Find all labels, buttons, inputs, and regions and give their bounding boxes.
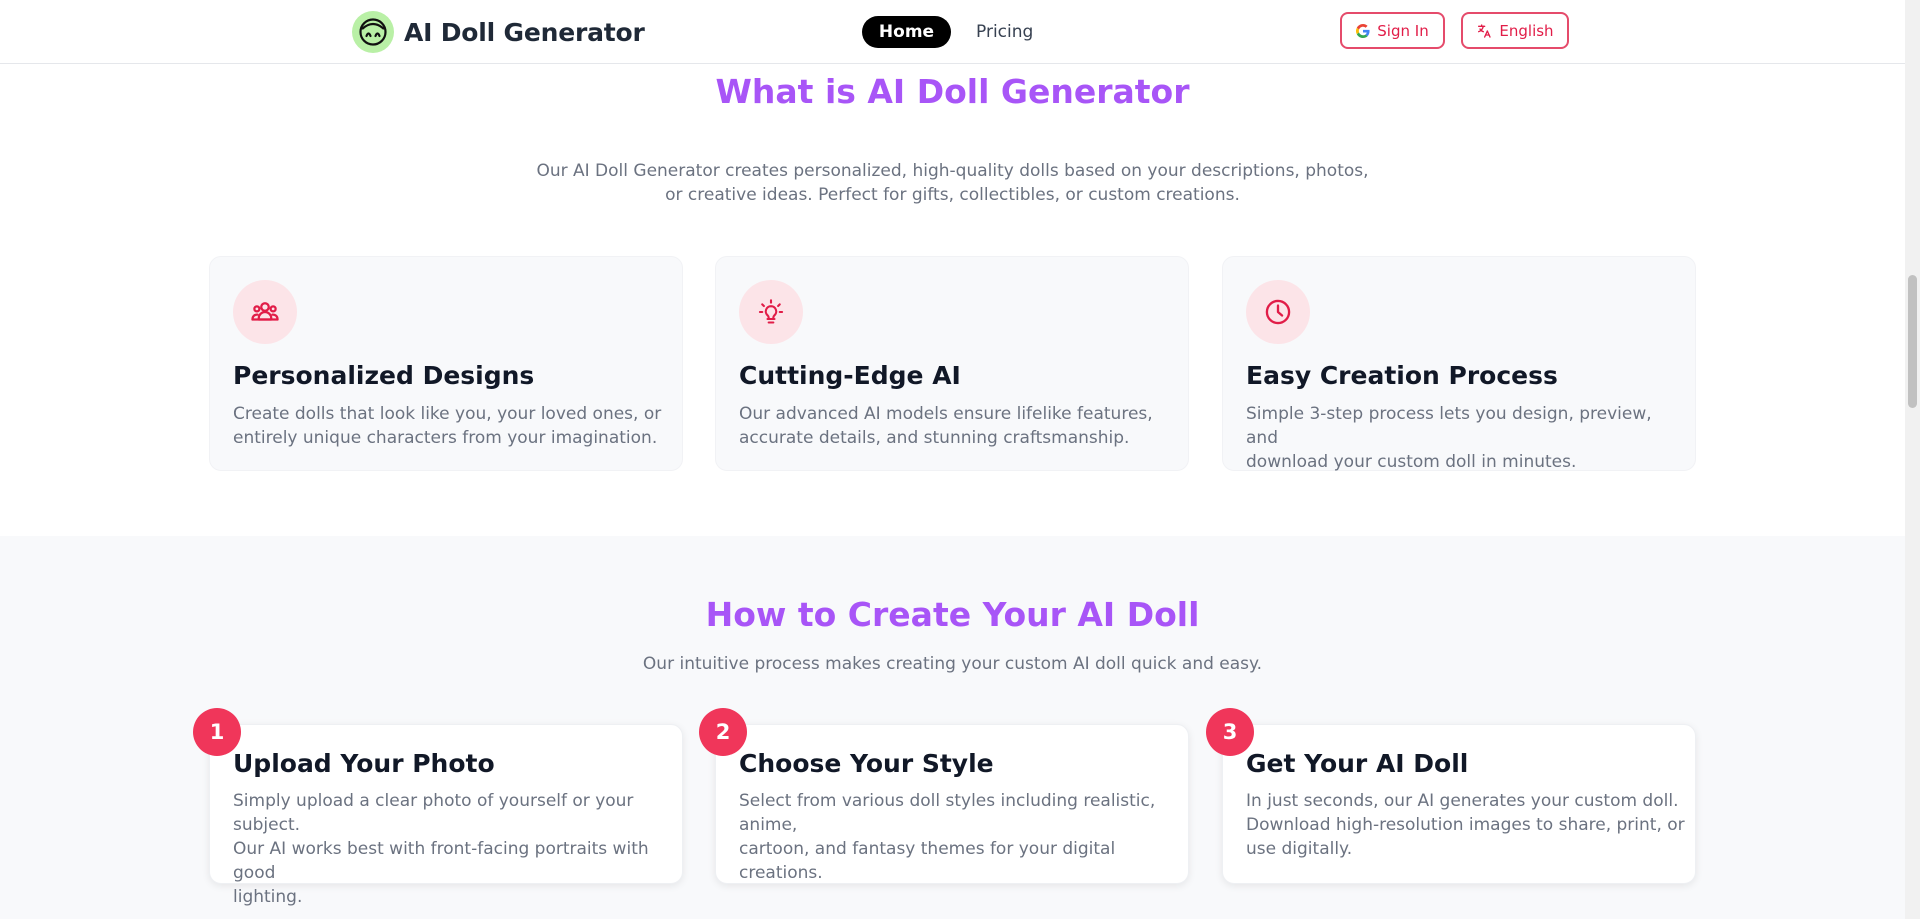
step-card-style: Choose Your Style Select from various do… [715, 724, 1189, 884]
feature-description: Simple 3-step process lets you design, p… [1246, 402, 1676, 474]
sign-in-button[interactable]: Sign In [1340, 12, 1445, 49]
doll-face-icon [352, 11, 394, 53]
step-description-line: In just seconds, our AI generates your c… [1246, 791, 1679, 811]
feature-description: Create dolls that look like you, your lo… [233, 402, 663, 450]
step-description: Select from various doll styles includin… [739, 789, 1179, 885]
what-is-title: What is AI Doll Generator [715, 72, 1190, 111]
step-description-line: Select from various doll styles includin… [739, 791, 1156, 835]
brand-logo[interactable]: AI Doll Generator [352, 11, 645, 53]
feature-description-line: Simple 3-step process lets you design, p… [1246, 404, 1652, 448]
google-icon [1356, 23, 1370, 38]
step-description-line: Download high-resolution images to share… [1246, 815, 1685, 835]
step-title: Get Your AI Doll [1246, 749, 1469, 778]
step-number-badge: 2 [699, 708, 747, 756]
language-button[interactable]: English [1461, 12, 1569, 49]
feature-description-line: accurate details, and stunning craftsman… [739, 428, 1130, 448]
step-description-line: Our AI works best with front-facing port… [233, 839, 649, 883]
feature-card-easy: Easy Creation Process Simple 3-step proc… [1222, 256, 1696, 474]
step-number-badge: 1 [193, 708, 241, 756]
users-icon [233, 280, 297, 344]
lightbulb-icon [739, 280, 803, 344]
how-to-section: How to Create Your AI Doll Our intuitive… [0, 536, 1905, 919]
feature-description-line: download your custom doll in minutes. [1246, 452, 1577, 472]
sign-in-label: Sign In [1377, 21, 1429, 40]
feature-description-line: Our advanced AI models ensure lifelike f… [739, 404, 1153, 424]
step-description: Simply upload a clear photo of yourself … [233, 789, 673, 909]
how-to-description: Our intuitive process makes creating you… [642, 654, 1263, 674]
nav-pricing-link[interactable]: Pricing [976, 16, 1033, 48]
how-to-title: How to Create Your AI Doll [705, 595, 1200, 634]
vertical-scrollbar[interactable] [1905, 0, 1920, 919]
what-is-description-line: Our AI Doll Generator creates personaliz… [536, 161, 1369, 181]
step-card-result: Get Your AI Doll In just seconds, our AI… [1222, 724, 1696, 884]
feature-card-ai: Cutting-Edge AI Our advanced AI models e… [715, 256, 1189, 471]
step-description-line: use digitally. [1246, 839, 1353, 859]
scrollbar-thumb[interactable] [1908, 275, 1917, 408]
what-is-description: Our AI Doll Generator creates personaliz… [0, 159, 1905, 207]
page: AI Doll Generator Home Pricing Sign In E… [0, 0, 1905, 919]
step-description-line: cartoon, and fantasy themes for your dig… [739, 839, 1116, 883]
step-card-upload: Upload Your Photo Simply upload a clear … [209, 724, 683, 907]
feature-title: Personalized Designs [233, 361, 535, 390]
step-description: In just seconds, our AI generates your c… [1246, 789, 1686, 861]
step-description-line: Simply upload a clear photo of yourself … [233, 791, 634, 835]
feature-title: Easy Creation Process [1246, 361, 1558, 390]
feature-description: Our advanced AI models ensure lifelike f… [739, 402, 1169, 450]
language-label: English [1499, 21, 1554, 40]
clock-icon [1246, 280, 1310, 344]
feature-description-line: entirely unique characters from your ima… [233, 428, 658, 448]
step-title: Upload Your Photo [233, 749, 495, 778]
step-number-badge: 3 [1206, 708, 1254, 756]
what-is-description-line: or creative ideas. Perfect for gifts, co… [665, 185, 1240, 205]
translate-icon [1476, 23, 1492, 39]
nav-home-link[interactable]: Home [862, 16, 951, 48]
site-header: AI Doll Generator Home Pricing Sign In E… [0, 0, 1905, 64]
feature-card-personalized: Personalized Designs Create dolls that l… [209, 256, 683, 471]
feature-description-line: Create dolls that look like you, your lo… [233, 404, 662, 424]
step-description-line: lighting. [233, 887, 303, 907]
brand-name: AI Doll Generator [404, 17, 645, 47]
step-title: Choose Your Style [739, 749, 994, 778]
feature-title: Cutting-Edge AI [739, 361, 961, 390]
